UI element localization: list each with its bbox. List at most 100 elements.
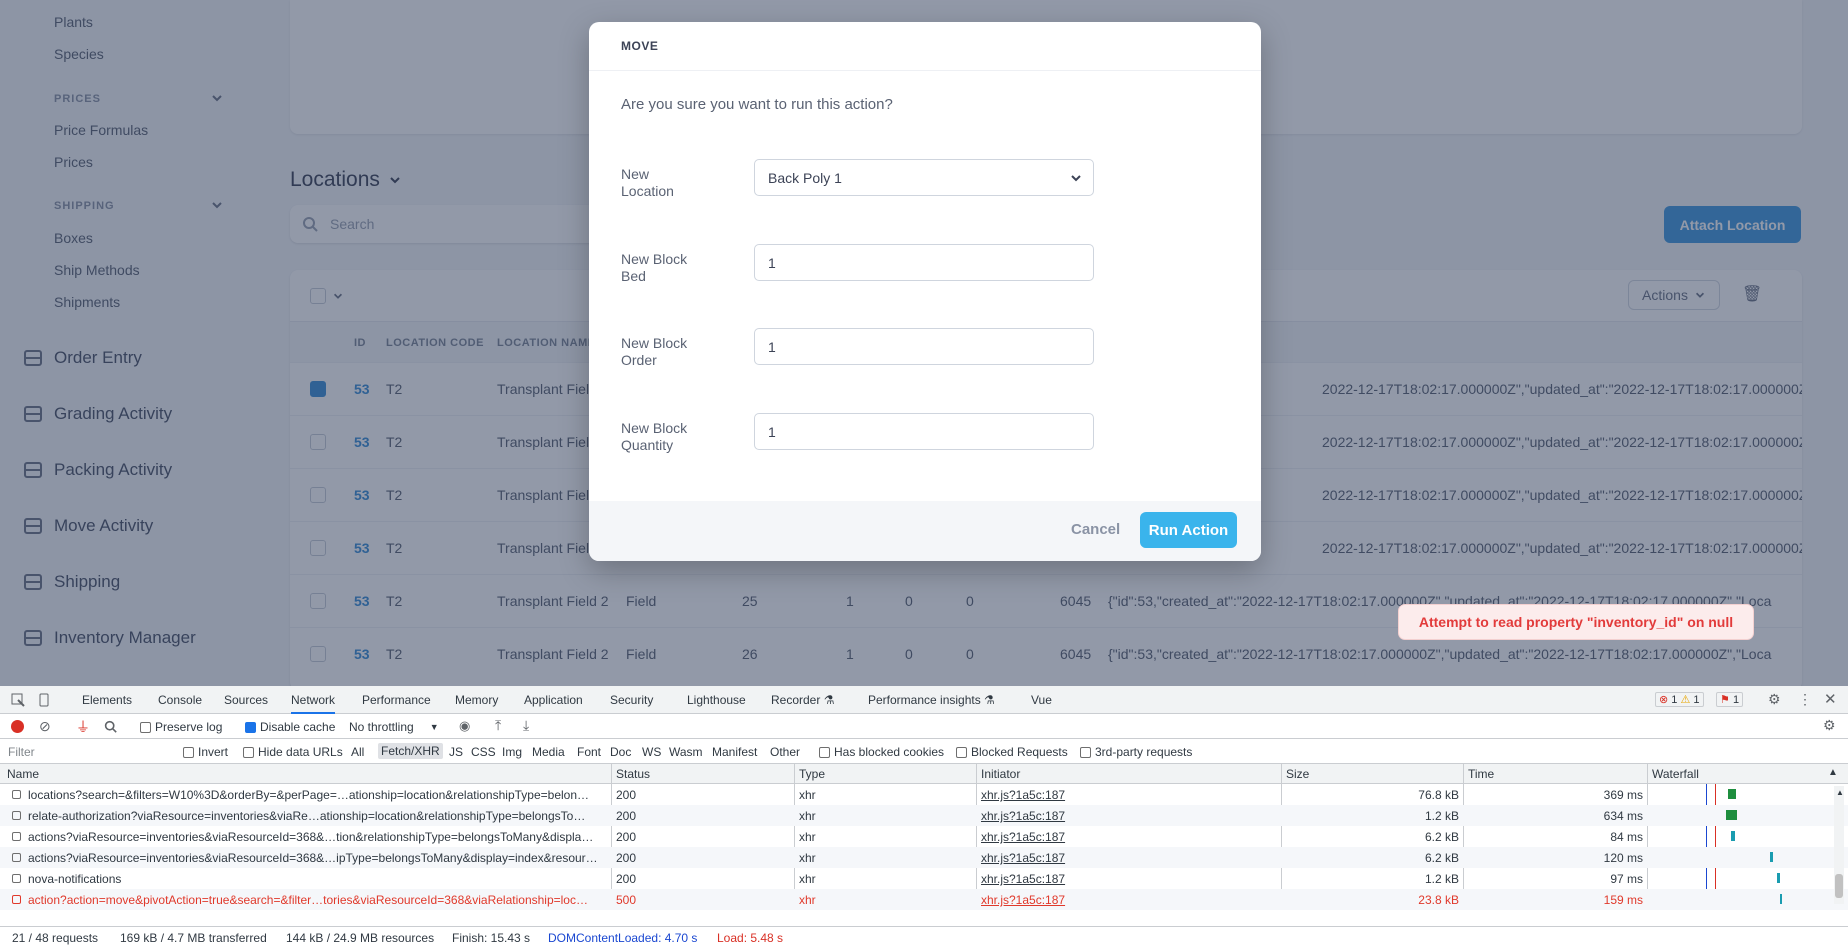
checkbox [245, 721, 256, 733]
column-status[interactable]: Status [616, 767, 650, 781]
request-row[interactable]: relate-authorization?viaResource=invento… [0, 805, 1848, 826]
new-block-order-input[interactable]: 1 [754, 328, 1094, 365]
column-size[interactable]: Size [1286, 767, 1309, 781]
filter-input[interactable]: Filter [8, 745, 35, 759]
tab-lighthouse[interactable]: Lighthouse [687, 693, 746, 707]
tab-elements[interactable]: Elements [82, 693, 132, 707]
request-row[interactable]: actions?viaResource=inventories&viaResou… [0, 847, 1848, 868]
column-type[interactable]: Type [799, 767, 825, 781]
issue-icon: ⚑ [1720, 694, 1730, 706]
invert-checkbox[interactable]: Invert [183, 745, 228, 759]
filter-js[interactable]: JS [449, 745, 463, 759]
filter-manifest[interactable]: Manifest [712, 745, 757, 759]
request-row[interactable]: locations?search=&filters=W10%3D&orderBy… [0, 784, 1848, 805]
wifi-settings-icon[interactable]: ◉ [459, 718, 470, 734]
request-initiator-link[interactable]: xhr.js?1a5c:187 [981, 893, 1065, 907]
column-time[interactable]: Time [1468, 767, 1494, 781]
request-initiator-link[interactable]: xhr.js?1a5c:187 [981, 872, 1065, 886]
request-name[interactable]: actions?viaResource=inventories&viaResou… [28, 830, 608, 844]
request-time: 97 ms [1610, 872, 1643, 886]
new-block-bed-input[interactable]: 1 [754, 244, 1094, 281]
record-icon[interactable] [11, 720, 24, 733]
inspect-icon[interactable] [11, 693, 25, 707]
warning-icon: ⚠ [1680, 694, 1691, 706]
tab-performance[interactable]: Performance [362, 693, 431, 707]
request-name[interactable]: locations?search=&filters=W10%3D&orderBy… [28, 788, 608, 802]
scrollbar[interactable]: ▲ [1834, 786, 1844, 904]
request-initiator-link[interactable]: xhr.js?1a5c:187 [981, 788, 1065, 802]
clear-icon[interactable]: ⊘ [39, 718, 51, 735]
tab-sources[interactable]: Sources [224, 693, 268, 707]
request-row[interactable]: nova-notifications 200 xhr xhr.js?1a5c:187 1… [0, 868, 1848, 889]
new-block-quantity-input[interactable]: 1 [754, 413, 1094, 450]
filter-media[interactable]: Media [532, 745, 565, 759]
filter-fetch-xhr[interactable]: Fetch/XHR [378, 743, 443, 759]
request-status: 200 [616, 788, 637, 802]
request-status: 200 [616, 830, 637, 844]
request-status: 500 [616, 893, 637, 907]
blocked-requests-checkbox[interactable]: Blocked Requests [956, 745, 1068, 759]
gear-icon[interactable]: ⚙ [1823, 717, 1836, 734]
filter-all[interactable]: All [351, 745, 364, 759]
request-name[interactable]: nova-notifications [28, 872, 608, 886]
request-row[interactable]: action?action=move&pivotAction=true&sear… [0, 889, 1848, 910]
request-initiator-link[interactable]: xhr.js?1a5c:187 [981, 809, 1065, 823]
column-name[interactable]: Name [7, 767, 39, 781]
tab-performance-insights[interactable]: Performance insights ⚗ [868, 693, 995, 707]
tab-security[interactable]: Security [610, 693, 653, 707]
gear-icon[interactable]: ⚙ [1768, 691, 1781, 708]
upload-icon[interactable]: ⤒ [495, 717, 501, 734]
filter-doc[interactable]: Doc [610, 745, 631, 759]
tab-application[interactable]: Application [524, 693, 583, 707]
filter-css[interactable]: CSS [471, 745, 496, 759]
file-icon [12, 790, 21, 799]
scroll-up-icon[interactable]: ▲ [1836, 788, 1844, 797]
request-name[interactable]: actions?viaResource=inventories&viaResou… [28, 851, 608, 865]
modal-title: MOVE [621, 39, 659, 53]
errors-warnings-badge[interactable]: ⊗ 1 ⚠ 1 [1655, 692, 1704, 707]
more-options-icon[interactable]: ⋮ [1798, 691, 1812, 708]
cancel-button[interactable]: Cancel [1071, 521, 1120, 538]
filter-ws[interactable]: WS [642, 745, 661, 759]
request-row[interactable]: actions?viaResource=inventories&viaResou… [0, 826, 1848, 847]
issue-count: 1 [1732, 694, 1740, 706]
sort-up-icon[interactable]: ▲ [1828, 767, 1838, 778]
issues-badge[interactable]: ⚑ 1 [1716, 692, 1744, 707]
error-toast[interactable]: Attempt to read property "inventory_id" … [1398, 604, 1754, 640]
tab-memory[interactable]: Memory [455, 693, 498, 707]
has-blocked-cookies-checkbox[interactable]: Has blocked cookies [819, 745, 944, 759]
request-status: 200 [616, 872, 637, 886]
tab-network[interactable]: Network [291, 693, 336, 714]
disable-cache-checkbox[interactable]: Disable cache [245, 720, 335, 734]
waterfall-bar [1770, 852, 1773, 862]
request-type: xhr [799, 872, 816, 886]
third-party-requests-checkbox[interactable]: 3rd-party requests [1080, 745, 1192, 759]
preserve-log-checkbox[interactable]: Preserve log [140, 720, 222, 734]
download-icon[interactable]: ⤓ [523, 717, 529, 734]
run-action-button[interactable]: Run Action [1140, 512, 1237, 548]
tab-console[interactable]: Console [158, 693, 202, 707]
filter-other[interactable]: Other [770, 745, 800, 759]
request-name[interactable]: relate-authorization?viaResource=invento… [28, 809, 608, 823]
filter-img[interactable]: Img [502, 745, 522, 759]
column-initiator[interactable]: Initiator [981, 767, 1020, 781]
scrollbar-thumb[interactable] [1835, 874, 1843, 898]
modal-question: Are you sure you want to run this action… [621, 96, 893, 113]
tab-recorder[interactable]: Recorder ⚗ [771, 693, 834, 707]
request-name[interactable]: action?action=move&pivotAction=true&sear… [28, 893, 608, 907]
waterfall-bar [1780, 894, 1782, 904]
column-waterfall[interactable]: Waterfall [1652, 767, 1699, 781]
request-initiator-link[interactable]: xhr.js?1a5c:187 [981, 830, 1065, 844]
hide-data-urls-checkbox[interactable]: Hide data URLs [243, 745, 343, 759]
close-icon[interactable]: ✕ [1824, 690, 1837, 708]
filter-icon[interactable]: ⏚ [76, 717, 90, 737]
tab-vue[interactable]: Vue [1031, 693, 1052, 707]
search-icon[interactable] [104, 720, 117, 733]
filter-wasm[interactable]: Wasm [669, 745, 703, 759]
throttling-select[interactable]: No throttling ▼ [349, 720, 439, 734]
filter-font[interactable]: Font [577, 745, 601, 759]
error-icon: ⊗ [1659, 694, 1669, 706]
device-toggle-icon[interactable] [37, 693, 51, 707]
request-initiator-link[interactable]: xhr.js?1a5c:187 [981, 851, 1065, 865]
new-location-select[interactable]: Back Poly 1 [754, 159, 1094, 196]
